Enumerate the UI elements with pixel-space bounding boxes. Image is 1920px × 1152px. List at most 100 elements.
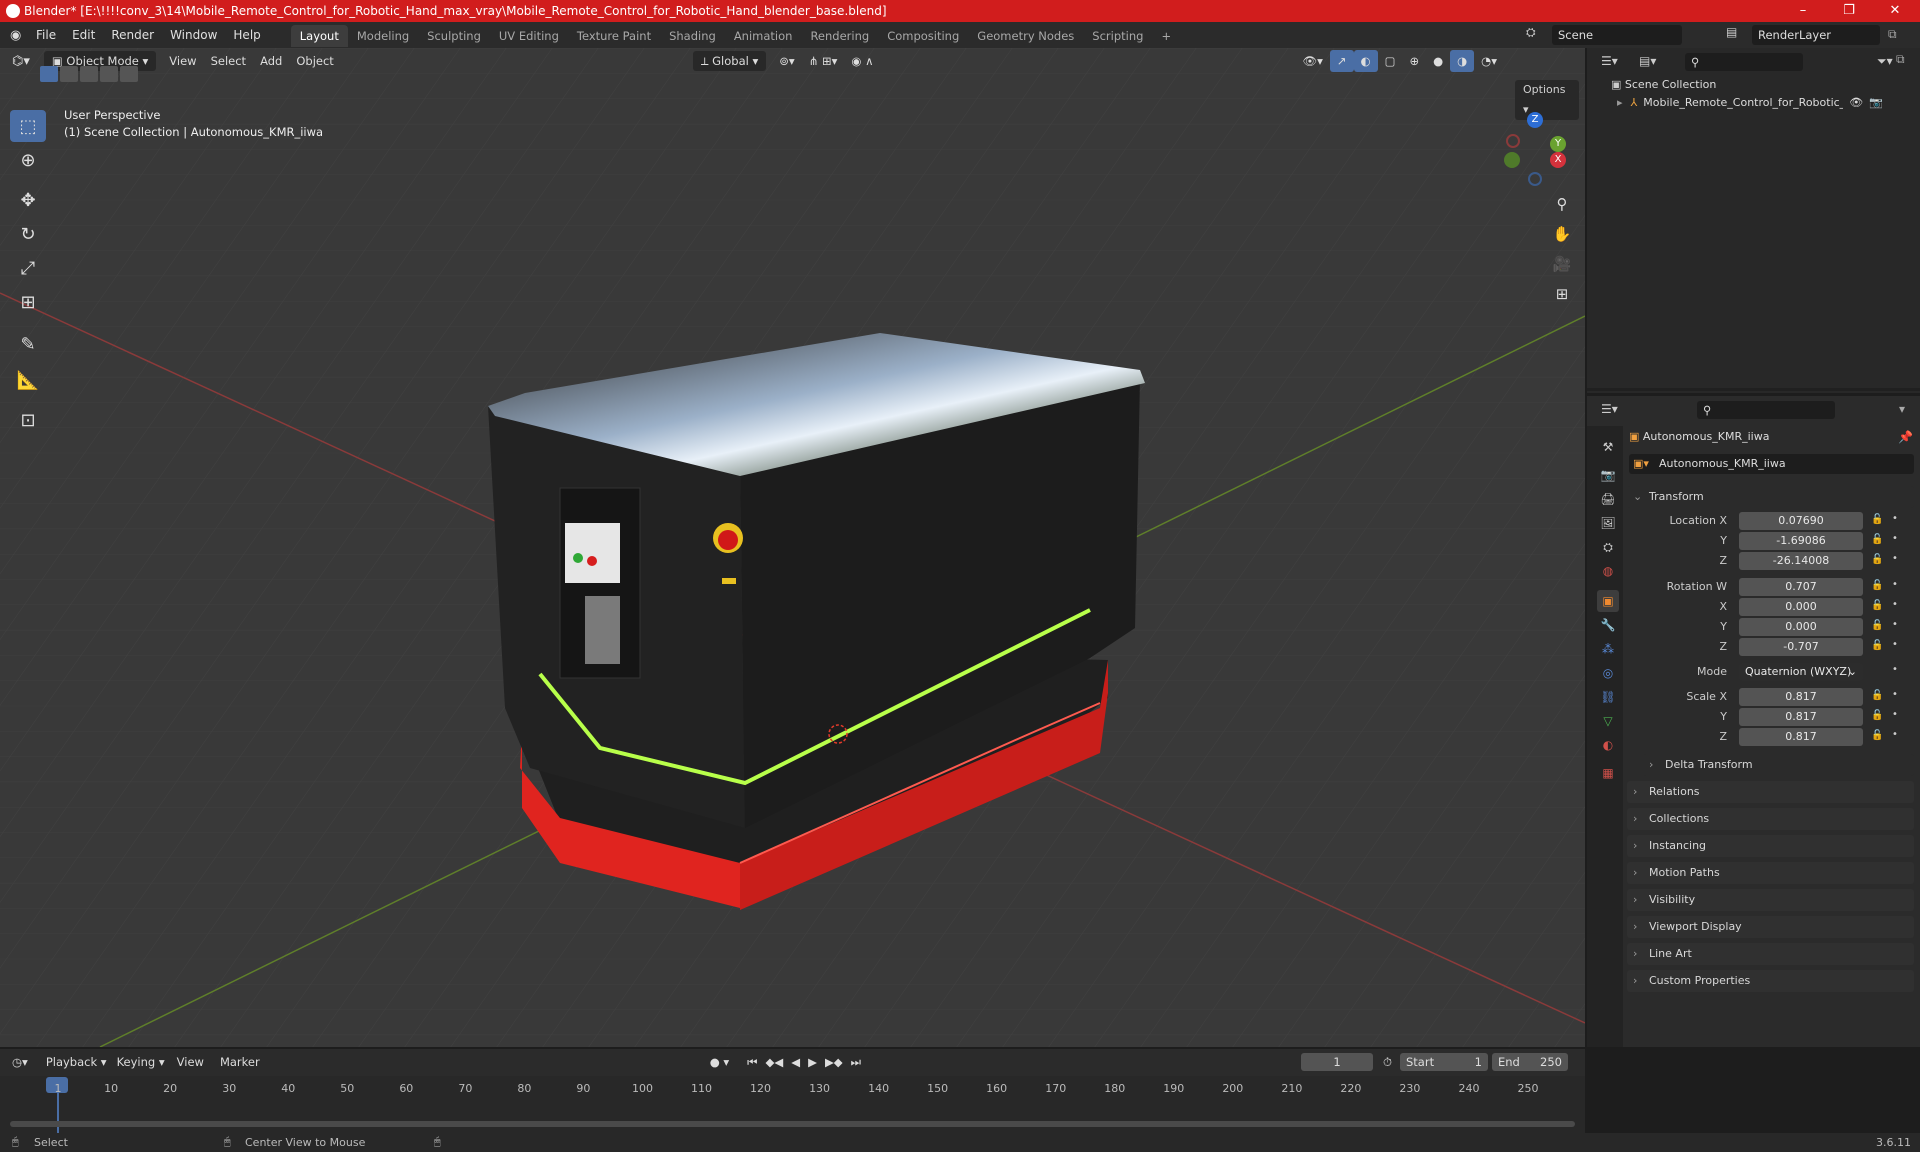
menu-render[interactable]: Render [103, 22, 162, 48]
keyframe-dot-icon[interactable]: • [1892, 533, 1898, 544]
relations-panel-header[interactable]: › Relations [1627, 781, 1914, 803]
properties-options-icon[interactable]: ▾ [1899, 402, 1905, 416]
outliner-item[interactable]: ▸ ⅄ Mobile_Remote_Control_for_Robotic_Ha… [1587, 92, 1920, 112]
properties-search-input[interactable]: ⚲ [1697, 401, 1835, 419]
marker-menu[interactable]: Marker [220, 1055, 260, 1069]
orientation-selector[interactable]: ⟂ Global ▾ [692, 51, 767, 71]
keyframe-dot-icon[interactable]: • [1892, 513, 1898, 524]
xray-icon[interactable]: ▢ [1378, 50, 1403, 72]
menu-window[interactable]: Window [162, 22, 225, 48]
camera-icon[interactable]: 📷 [1869, 96, 1883, 109]
tool-tab-icon[interactable]: ⚒ [1597, 436, 1619, 458]
overlay-toggle-icon[interactable]: ◐ [1353, 50, 1378, 72]
viewport-display-panel-header[interactable]: › Viewport Display [1627, 916, 1914, 938]
object-name-field[interactable]: ▣▾ Autonomous_KMR_iiwa [1629, 454, 1914, 474]
shading-rendered-icon[interactable]: ◔▾ [1474, 50, 1504, 72]
editor-type-icon[interactable]: ⌬▾ [12, 54, 30, 69]
tab-modeling[interactable]: Modeling [348, 25, 418, 47]
close-button[interactable]: ✕ [1872, 0, 1918, 22]
view-menu[interactable]: View [162, 50, 203, 72]
visibility-icon[interactable]: 👁▾ [1296, 50, 1330, 72]
scene-selector[interactable]: Scene [1552, 25, 1682, 45]
lock-icon[interactable]: 🔓 [1871, 554, 1883, 565]
rotation-z-field[interactable]: -0.707 [1739, 638, 1863, 656]
tab-scripting[interactable]: Scripting [1083, 25, 1152, 47]
lock-icon[interactable]: 🔓 [1871, 534, 1883, 545]
pan-hand-icon[interactable]: ✋ [1548, 220, 1576, 248]
record-icon[interactable]: ● ▾ [710, 1055, 729, 1069]
custom-properties-panel-header[interactable]: › Custom Properties [1627, 970, 1914, 992]
tab-compositing[interactable]: Compositing [878, 25, 968, 47]
output-tab-icon[interactable]: 🖨 [1597, 488, 1619, 510]
navigation-gizmo[interactable]: Z Y X [1500, 112, 1570, 186]
cursor-tool-icon[interactable]: ⊕ [10, 144, 46, 176]
gizmo-neg-y-axis[interactable] [1504, 152, 1520, 168]
lock-icon[interactable]: 🔓 [1871, 580, 1883, 591]
tab-shading[interactable]: Shading [660, 25, 725, 47]
gizmo-neg-x-axis[interactable] [1506, 134, 1520, 148]
object-menu[interactable]: Object [289, 50, 340, 72]
rotation-y-field[interactable]: 0.000 [1739, 618, 1863, 636]
rotation-mode-select[interactable]: Quaternion (WXYZ) ⌄ [1739, 663, 1863, 681]
lock-icon[interactable]: 🔓 [1871, 690, 1883, 701]
rotation-w-field[interactable]: 0.707 [1739, 578, 1863, 596]
maximize-button[interactable]: ❐ [1826, 0, 1872, 22]
add-menu[interactable]: Add [253, 50, 289, 72]
menu-edit[interactable]: Edit [64, 22, 103, 48]
prev-keyframe-icon[interactable]: ◆◀ [766, 1055, 784, 1069]
select-box-tool-icon[interactable]: ⬚ [10, 110, 46, 142]
tab-layout[interactable]: Layout [290, 25, 348, 47]
lock-icon[interactable]: 🔓 [1871, 514, 1883, 525]
panel-divider[interactable] [1587, 388, 1920, 391]
proportional-edit-icon[interactable]: ◉ ∧ [844, 50, 880, 72]
3d-viewport[interactable]: ⌬▾ ▣ Object Mode ▾ View Select Add Objec… [0, 48, 1585, 1047]
tab-texture-paint[interactable]: Texture Paint [568, 25, 660, 47]
location-y-field[interactable]: -1.69086 [1739, 532, 1863, 550]
select-mode-buttons[interactable] [40, 66, 140, 82]
blender-menu-icon[interactable]: ◉ [10, 28, 28, 43]
select-new-icon[interactable] [40, 66, 58, 82]
tab-geometry-nodes[interactable]: Geometry Nodes [968, 25, 1083, 47]
stopwatch-icon[interactable]: ⏱ [1383, 1055, 1392, 1070]
keyframe-dot-icon[interactable]: • [1892, 579, 1898, 590]
lock-icon[interactable]: 🔓 [1871, 730, 1883, 741]
menu-help[interactable]: Help [225, 22, 268, 48]
new-layer-icon[interactable]: ⧉ [1888, 27, 1897, 42]
keyframe-dot-icon[interactable]: • [1892, 664, 1898, 675]
shading-solid-icon[interactable]: ● [1426, 50, 1450, 72]
shading-wireframe-icon[interactable]: ⊕ [1402, 50, 1426, 72]
outliner-search-input[interactable]: ⚲ [1685, 53, 1803, 71]
lock-icon[interactable]: 🔓 [1871, 620, 1883, 631]
lock-icon[interactable]: 🔓 [1871, 600, 1883, 611]
keyframe-dot-icon[interactable]: • [1892, 639, 1898, 650]
select-extend-icon[interactable] [60, 66, 78, 82]
current-frame-field[interactable]: 1 [1301, 1053, 1374, 1071]
zoom-icon[interactable]: ⚲ [1548, 190, 1576, 218]
tab-uv-editing[interactable]: UV Editing [490, 25, 568, 47]
perspective-toggle-icon[interactable]: ⊞ [1548, 280, 1576, 308]
new-collection-icon[interactable]: ⧉ [1896, 52, 1905, 67]
properties-type-icon[interactable]: ☰▾ [1601, 402, 1618, 416]
filter-icon[interactable]: ⏷▾ [1877, 54, 1893, 69]
rotation-x-field[interactable]: 0.000 [1739, 598, 1863, 616]
lock-icon[interactable]: 🔓 [1871, 640, 1883, 651]
timeline-scrollbar[interactable] [10, 1121, 1575, 1127]
keyframe-dot-icon[interactable]: • [1892, 553, 1898, 564]
add-cube-tool-icon[interactable]: ⊡ [10, 404, 46, 436]
start-frame-field[interactable]: Start 1 [1400, 1053, 1488, 1071]
scale-y-field[interactable]: 0.817 [1739, 708, 1863, 726]
display-mode-icon[interactable]: ▤▾ [1639, 54, 1656, 68]
gizmo-toggle-icon[interactable]: ↗ [1329, 50, 1354, 72]
gizmo-neg-z-axis[interactable] [1528, 172, 1542, 186]
keyframe-dot-icon[interactable]: • [1892, 599, 1898, 610]
select-menu[interactable]: Select [204, 50, 253, 72]
gizmo-x-axis[interactable]: X [1550, 152, 1566, 168]
tab-sculpting[interactable]: Sculpting [418, 25, 490, 47]
outliner-type-icon[interactable]: ☰▾ [1601, 54, 1618, 68]
gizmo-z-axis[interactable]: Z [1527, 112, 1543, 128]
timeline-editor-type-icon[interactable]: ◷▾ [12, 1055, 28, 1069]
select-invert-icon[interactable] [100, 66, 118, 82]
annotate-tool-icon[interactable]: ✎ [10, 328, 46, 360]
transform-tool-icon[interactable]: ⊞ [10, 286, 46, 318]
expand-arrow-icon[interactable]: ▸ [1617, 96, 1623, 109]
